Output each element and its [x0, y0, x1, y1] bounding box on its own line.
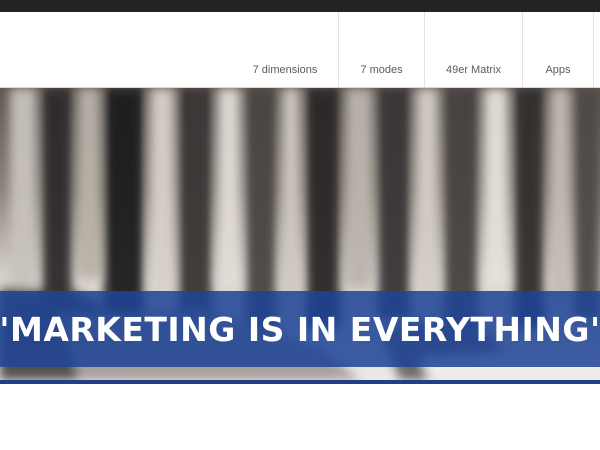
hero-banner: "MARKETING IS IN EVERYTHING"	[0, 291, 600, 367]
nav-item-7-modes[interactable]: 7 modes	[338, 12, 424, 88]
nav-item-label: 49er Matrix	[445, 64, 502, 76]
nav-item-overflow[interactable]	[593, 12, 600, 88]
hero-image: "MARKETING IS IN EVERYTHING"	[0, 88, 600, 380]
hero-accent-line	[0, 380, 600, 384]
hero-headline: "MARKETING IS IN EVERYTHING"	[0, 309, 600, 349]
top-dark-bar	[0, 0, 600, 12]
nav-item-49er-matrix[interactable]: 49er Matrix	[424, 12, 522, 88]
nav-item-label: 7 dimensions	[252, 64, 318, 76]
nav-item-apps[interactable]: Apps	[522, 12, 593, 88]
main-navigation: 7 dimensions 7 modes 49er Matrix Apps	[0, 12, 600, 88]
nav-item-7-dimensions[interactable]: 7 dimensions	[232, 12, 338, 88]
nav-item-label: Apps	[545, 64, 571, 76]
nav-item-label: 7 modes	[360, 64, 403, 76]
